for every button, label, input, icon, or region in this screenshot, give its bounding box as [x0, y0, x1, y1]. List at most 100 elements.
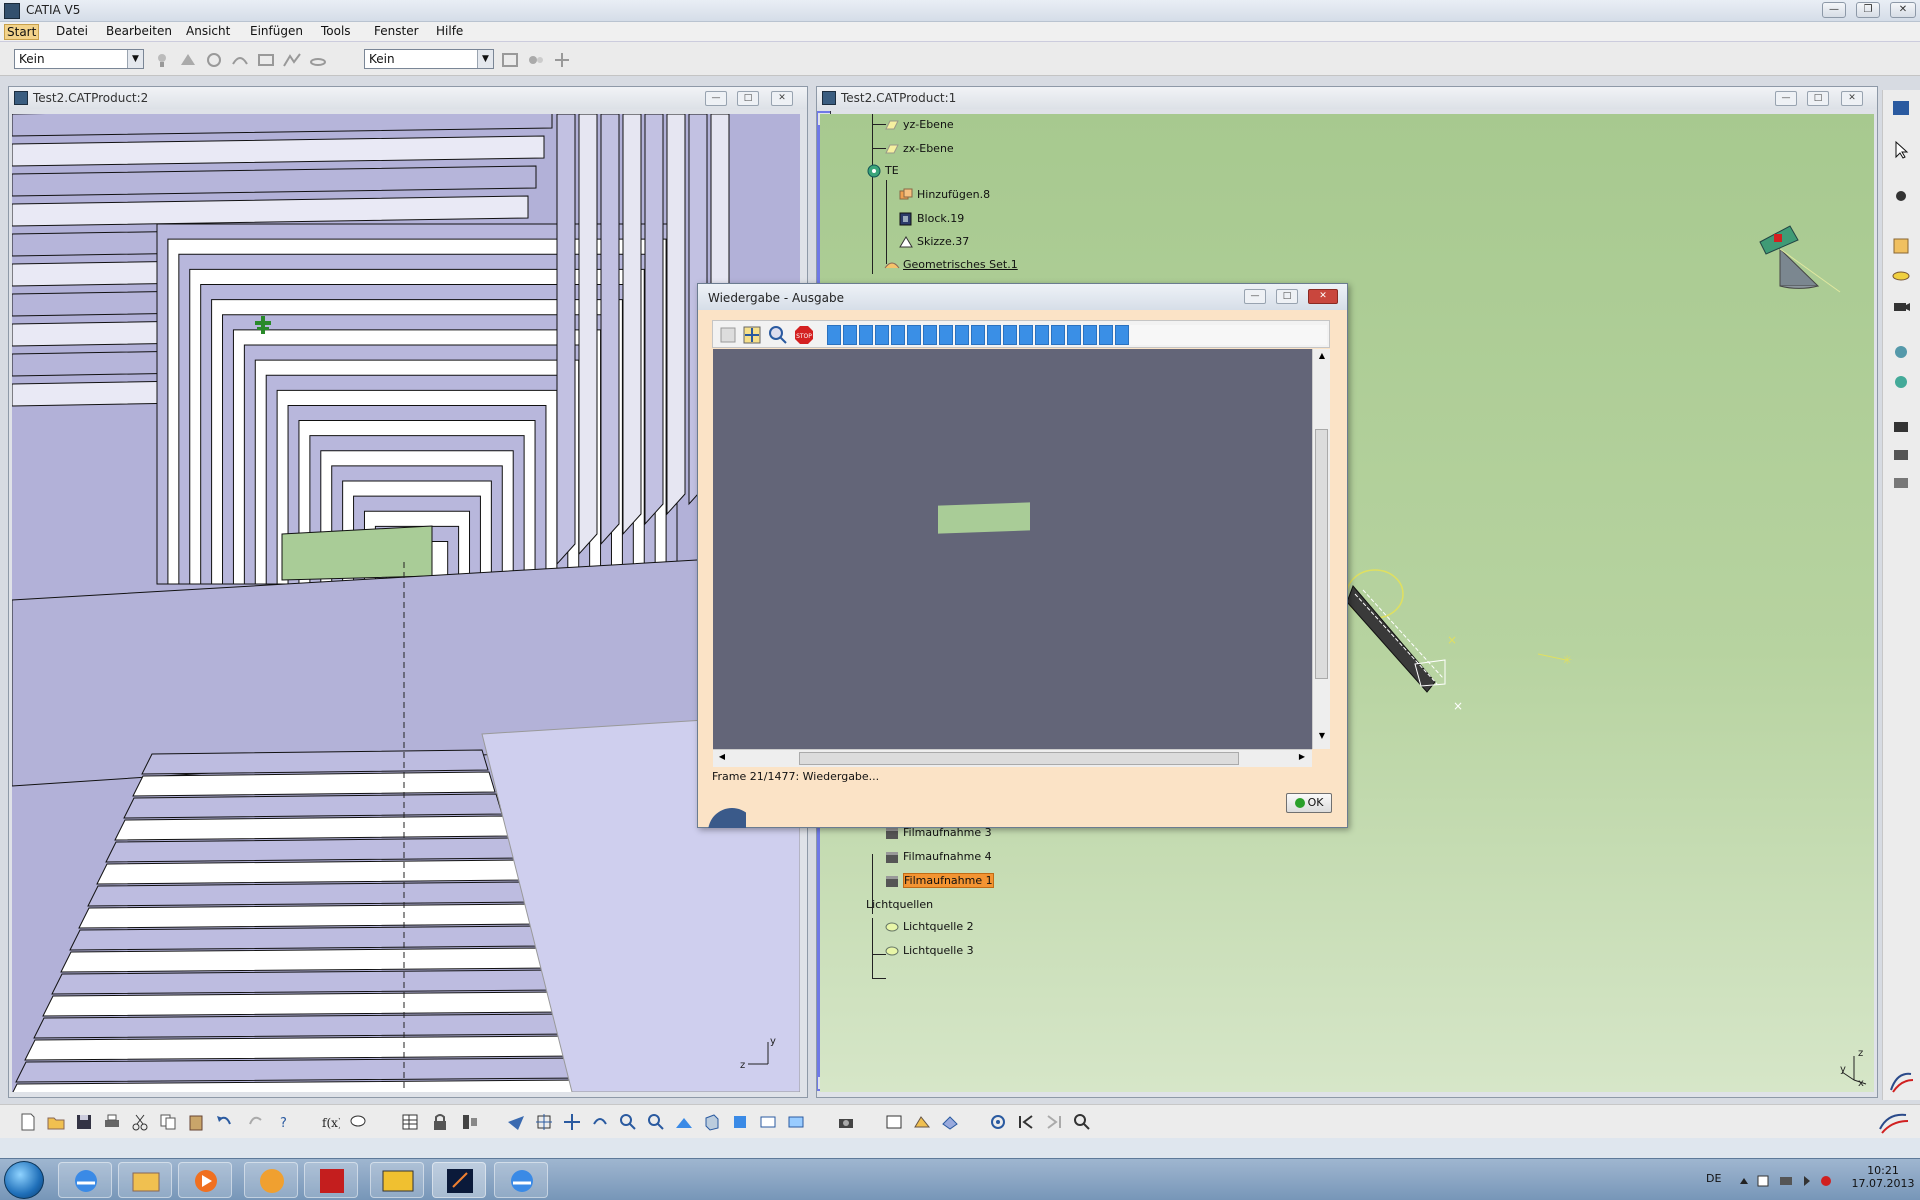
table-icon[interactable] [400, 1112, 420, 1132]
preview-horizontal-scrollbar[interactable]: ◀ ▶ [713, 749, 1312, 767]
dialog-minimize-button[interactable]: — [1244, 289, 1266, 304]
close-button[interactable]: ✕ [1890, 2, 1916, 18]
copy-icon[interactable] [158, 1112, 178, 1132]
camera-path-icon[interactable] [230, 50, 250, 70]
tree-item-add[interactable]: Hinzufügen.8 [898, 188, 990, 202]
light-icon[interactable] [152, 50, 172, 70]
light-source-icon[interactable] [252, 314, 274, 336]
catalog-icon[interactable] [460, 1112, 480, 1132]
scroll-down-icon[interactable]: ▼ [1315, 731, 1329, 745]
zoom-icon[interactable] [767, 324, 789, 346]
menu-datei[interactable]: Datei [54, 24, 90, 38]
scene-editor-icon[interactable] [940, 1112, 960, 1132]
normal-view-icon[interactable] [674, 1112, 694, 1132]
camera-gizmo-icon[interactable]: × × [1345, 564, 1465, 714]
minimize-button[interactable]: — [1775, 91, 1797, 106]
menu-fenster[interactable]: Fenster [372, 24, 421, 38]
menu-start[interactable]: Start [4, 24, 40, 40]
cut-icon[interactable] [130, 1112, 150, 1132]
tree-item-sketch[interactable]: Skizze.37 [898, 235, 969, 249]
taskbar-media-player[interactable] [178, 1162, 232, 1198]
scroll-up-icon[interactable]: ▲ [1315, 351, 1329, 365]
image-icon[interactable] [500, 50, 520, 70]
tree-item-shot-4[interactable]: Filmaufnahme 4 [884, 850, 992, 864]
tree-item-light-2[interactable]: Lichtquelle 2 [884, 920, 974, 934]
pan-icon[interactable] [562, 1112, 582, 1132]
render-video-icon[interactable] [1891, 472, 1911, 492]
animation-icon[interactable] [526, 50, 546, 70]
tree-item-yz-plane[interactable]: yz-Ebene [884, 118, 954, 132]
menu-tools[interactable]: Tools [319, 24, 353, 38]
simulation-icon[interactable] [552, 50, 572, 70]
ok-button[interactable]: OK [1286, 793, 1332, 813]
hide-show-icon[interactable] [758, 1112, 778, 1132]
fit-all-icon[interactable] [741, 324, 763, 346]
render-shot-icon[interactable] [1891, 444, 1911, 464]
taskbar-catia[interactable] [432, 1162, 486, 1198]
capture-camera-icon[interactable] [836, 1112, 856, 1132]
texture-icon[interactable] [1891, 236, 1911, 256]
render-image-icon[interactable] [912, 1112, 932, 1132]
material-icon[interactable] [178, 50, 198, 70]
taskbar-acrobat[interactable] [304, 1162, 358, 1198]
scroll-thumb[interactable] [799, 752, 1239, 765]
zoom-out-icon[interactable] [646, 1112, 666, 1132]
scene-icon[interactable] [282, 50, 302, 70]
render-icon[interactable] [204, 50, 224, 70]
stop-icon[interactable]: STOP [793, 324, 815, 346]
close-button[interactable]: ✕ [1841, 91, 1863, 106]
menu-ansicht[interactable]: Ansicht [184, 24, 232, 38]
save-icon[interactable] [717, 324, 739, 346]
tray-language[interactable]: DE [1706, 1172, 1721, 1185]
minimize-button[interactable]: — [1822, 2, 1846, 18]
fit-all-icon[interactable] [534, 1112, 554, 1132]
iso-view-icon[interactable] [702, 1112, 722, 1132]
swap-space-icon[interactable] [786, 1112, 806, 1132]
environment-icon[interactable] [1891, 372, 1911, 392]
scroll-right-icon[interactable]: ▶ [1295, 752, 1309, 766]
light-icon[interactable] [1891, 342, 1911, 362]
camera-icon[interactable] [1891, 296, 1911, 316]
open-folder-icon[interactable] [46, 1112, 66, 1132]
tree-item-lights[interactable]: Lichtquellen [866, 898, 933, 911]
undo-icon[interactable] [214, 1112, 234, 1132]
filter-select-right[interactable]: Kein ▼ [364, 49, 494, 69]
formula-icon[interactable]: f(x) [320, 1112, 340, 1132]
tree-item-te[interactable]: TE [866, 164, 899, 178]
search-icon[interactable] [1072, 1112, 1092, 1132]
comment-icon[interactable] [348, 1112, 368, 1132]
3d-viewport-left[interactable]: y z [12, 114, 800, 1092]
menu-hilfe[interactable]: Hilfe [434, 24, 465, 38]
light-point-icon[interactable]: ✳ [1536, 648, 1576, 668]
application-icon[interactable] [1891, 98, 1911, 118]
spotlight-gizmo-icon[interactable] [1740, 194, 1860, 304]
menu-bearbeiten[interactable]: Bearbeiten [104, 24, 174, 38]
playback-output-dialog[interactable]: Wiedergabe - Ausgabe — □ ✕ STOP ▲ ▼ ◀ ▶ … [697, 283, 1348, 828]
tree-item-shot-1[interactable]: Filmaufnahme 1 [884, 873, 994, 888]
dialog-maximize-button[interactable]: □ [1276, 289, 1298, 304]
scroll-thumb[interactable] [1315, 429, 1328, 679]
sun-icon[interactable] [1891, 186, 1911, 206]
taskbar-app-boss[interactable] [370, 1162, 424, 1198]
maximize-button[interactable]: □ [1807, 91, 1829, 106]
environment-icon[interactable] [256, 50, 276, 70]
filter-select-left[interactable]: Kein ▼ [14, 49, 144, 69]
compass-icon[interactable] [988, 1112, 1008, 1132]
tree-item-geometrical-set[interactable]: Geometrisches Set.1 [884, 258, 1018, 272]
print-icon[interactable] [102, 1112, 122, 1132]
maximize-button[interactable]: □ [737, 91, 759, 106]
minimize-button[interactable]: — [705, 91, 727, 106]
rewind-icon[interactable] [1016, 1112, 1036, 1132]
tree-item-light-3[interactable]: Lichtquelle 3 [884, 944, 974, 958]
turntable-icon[interactable] [308, 50, 328, 70]
sticker-icon[interactable] [1891, 266, 1911, 286]
preview-vertical-scrollbar[interactable]: ▲ ▼ [1312, 349, 1330, 749]
taskbar-app-orange[interactable] [244, 1162, 298, 1198]
whats-this-icon[interactable]: ? [274, 1112, 294, 1132]
paste-icon[interactable] [186, 1112, 206, 1132]
taskbar-internet-explorer[interactable] [58, 1162, 112, 1198]
tray-icons[interactable] [1736, 1172, 1836, 1190]
close-button[interactable]: ✕ [771, 91, 793, 106]
dialog-close-button[interactable]: ✕ [1308, 289, 1338, 304]
tree-item-shot-3[interactable]: Filmaufnahme 3 [884, 826, 992, 840]
